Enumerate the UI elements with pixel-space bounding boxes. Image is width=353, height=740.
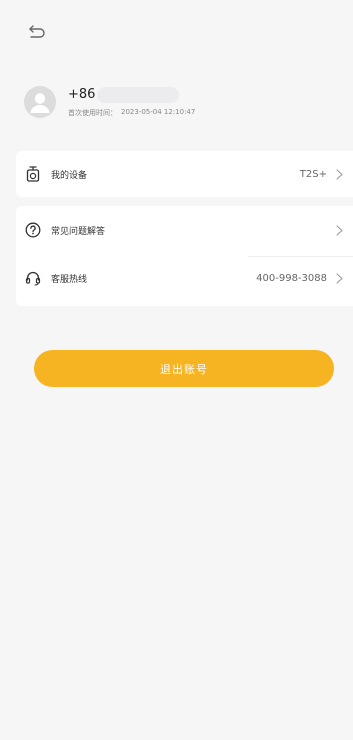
chevron-right-icon xyxy=(335,224,343,236)
phone-row: +86 xyxy=(68,86,195,103)
headset-icon xyxy=(24,269,42,287)
hotline-label: 客服热线 xyxy=(51,274,88,285)
device-model: T2S+ xyxy=(299,168,327,180)
logout-label: 退出账号 xyxy=(160,362,208,376)
user-icon xyxy=(30,93,50,113)
phone-number: +86 xyxy=(68,86,96,102)
phone-mask xyxy=(97,86,180,103)
first-use-time: 2023-05-04 12:10:47 xyxy=(121,107,196,116)
avatar[interactable] xyxy=(24,86,56,118)
device-card: 我的设备 T2S+ xyxy=(16,151,353,197)
hotline-item[interactable]: 客服热线 400-998-3088 xyxy=(16,254,353,302)
logout-button[interactable]: 退出账号 xyxy=(34,350,334,387)
device-icon xyxy=(24,165,42,183)
hotline-number: 400-998-3088 xyxy=(256,272,327,284)
chevron-right-icon xyxy=(335,168,343,180)
back-button[interactable] xyxy=(24,20,50,44)
question-icon xyxy=(24,221,42,239)
profile-info: +86 首次使用时间： 2023-05-04 12:10:47 xyxy=(68,86,195,118)
faq-label: 常见问题解答 xyxy=(51,226,106,237)
back-arrow-icon xyxy=(29,25,45,38)
support-card: 常见问题解答 客服热线 400-998-3088 xyxy=(16,206,353,306)
chevron-right-icon xyxy=(335,272,343,284)
first-use-label: 首次使用时间： xyxy=(68,108,117,117)
my-device-label: 我的设备 xyxy=(51,170,88,181)
faq-item[interactable]: 常见问题解答 xyxy=(16,206,353,254)
profile-header: +86 首次使用时间： 2023-05-04 12:10:47 xyxy=(24,82,337,122)
my-device-item[interactable]: 我的设备 T2S+ xyxy=(16,151,353,197)
first-use-info: 首次使用时间： 2023-05-04 12:10:47 xyxy=(68,108,195,118)
